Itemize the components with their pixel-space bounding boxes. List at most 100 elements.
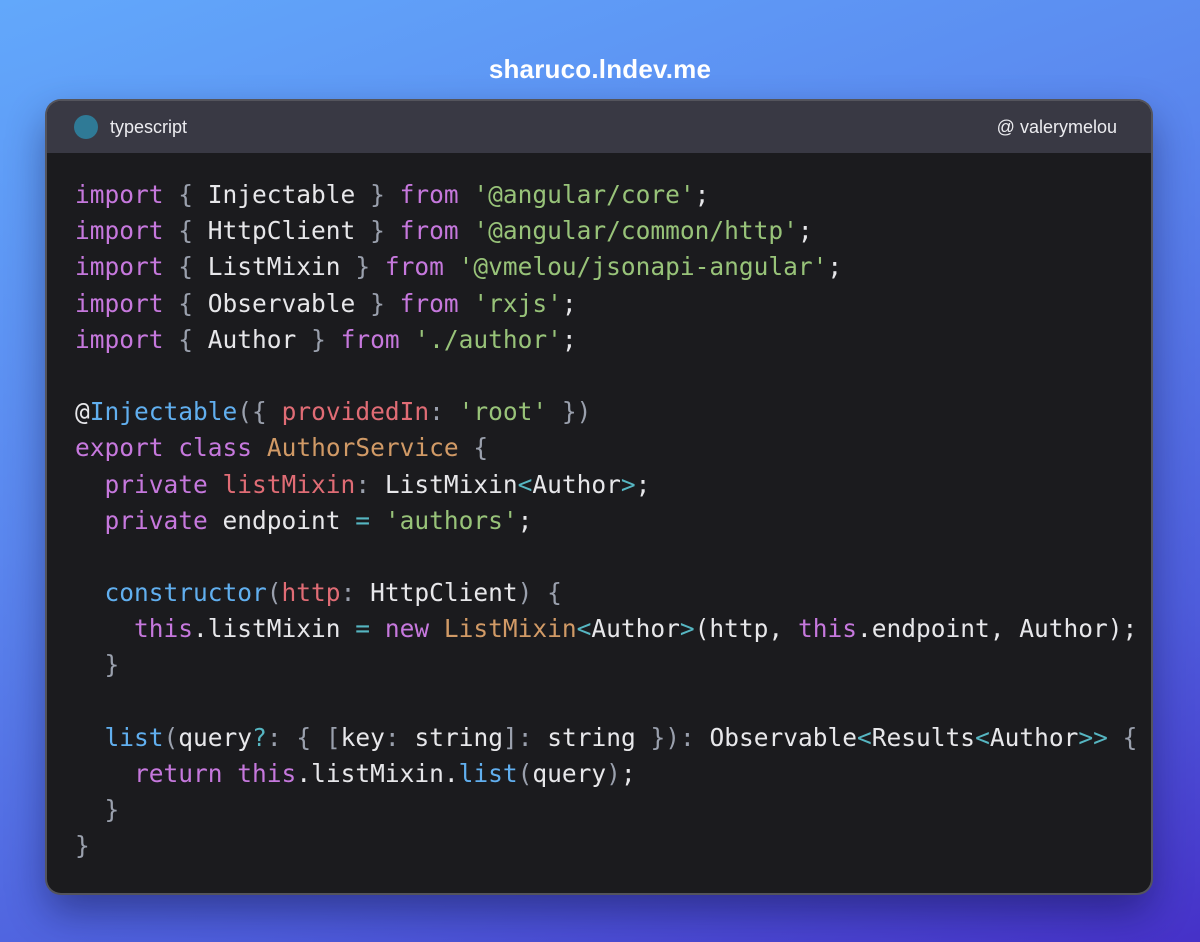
code-token: > (620, 469, 636, 499)
code-token: ) (606, 759, 621, 788)
code-token: this (797, 614, 857, 644)
code-token: : (355, 469, 371, 499)
code-line: import { ListMixin } from '@vmelou/jsona… (75, 249, 1151, 285)
code-token: } (370, 288, 385, 318)
code-token: : (680, 722, 695, 752)
code-token: ( (517, 759, 533, 788)
code-token: < (857, 722, 872, 752)
code-token: : (384, 722, 400, 752)
code-line: @Injectable({ providedIn: 'root' }) (75, 394, 1151, 430)
code-token: AuthorService (266, 433, 459, 463)
code-token: Injectable (193, 180, 371, 209)
code-token: listMixin (222, 469, 356, 499)
code-token: { (178, 180, 194, 209)
code-token: string (399, 722, 503, 752)
code-token: this (237, 759, 297, 788)
code-token: { (547, 578, 562, 608)
language-name: typescript (110, 116, 188, 137)
code-token: http (281, 578, 341, 608)
code-token: }) (650, 722, 680, 752)
code-token: .listMixin (193, 614, 356, 644)
code-token: Author (591, 614, 680, 644)
code-token: import (75, 216, 164, 246)
code-token: import (75, 180, 164, 209)
code-token: : (429, 397, 444, 427)
code-token: private (104, 469, 208, 499)
code-line: constructor(http: HttpClient) { (75, 575, 1151, 611)
code-token: Injectable (89, 397, 238, 427)
code-line: } (75, 647, 1151, 683)
code-token: from (399, 288, 459, 318)
code-token: ; (561, 288, 577, 318)
code-token: string (532, 722, 651, 752)
code-line: this.listMixin = new ListMixin<Author>(h… (75, 611, 1151, 647)
window-titlebar: typescript @ valerymelou (47, 101, 1151, 153)
code-line: import { Injectable } from '@angular/cor… (75, 177, 1151, 213)
code-token: { (178, 216, 194, 246)
code-token: import (75, 252, 164, 282)
code-token: Author (532, 469, 621, 499)
code-token: export (75, 433, 164, 463)
code-token: >> (1078, 722, 1108, 752)
code-token: } (311, 324, 326, 354)
code-token: } (370, 216, 385, 246)
code-token: list (104, 722, 164, 752)
code-token: = (355, 614, 371, 644)
code-token: @ (75, 397, 90, 427)
code-token: HttpClient (193, 216, 371, 246)
code-token: from (340, 324, 400, 354)
code-token: } (104, 650, 120, 680)
code-token: ; (517, 505, 533, 535)
code-token: Author (193, 324, 312, 354)
code-token: ( (163, 722, 179, 752)
code-token: Results (871, 722, 976, 752)
code-token: ; (561, 324, 577, 354)
code-token: ? (252, 722, 267, 752)
code-token: > (679, 614, 695, 644)
code-line: import { Observable } from 'rxjs'; (75, 286, 1151, 322)
code-line: } (75, 828, 1151, 864)
code-line: import { HttpClient } from '@angular/com… (75, 213, 1151, 249)
code-line: import { Author } from './author'; (75, 322, 1151, 358)
author-handle: @ valerymelou (996, 116, 1117, 137)
code-token: 'authors' (384, 505, 518, 535)
code-token: } (355, 252, 371, 282)
code-token: ListMixin (370, 469, 518, 499)
code-token: query (532, 759, 607, 788)
code-token: key (340, 722, 385, 752)
code-token: ) (517, 578, 533, 608)
code-token: { (296, 722, 312, 752)
code-token: list (458, 759, 518, 788)
code-token: ListMixin (443, 614, 577, 644)
code-token: }) (561, 397, 592, 427)
code-token: './author' (414, 324, 562, 354)
code-token: import (75, 324, 164, 354)
code-line: export class AuthorService { (75, 430, 1151, 466)
code-token: { (473, 433, 489, 463)
code-token: private (104, 505, 208, 535)
